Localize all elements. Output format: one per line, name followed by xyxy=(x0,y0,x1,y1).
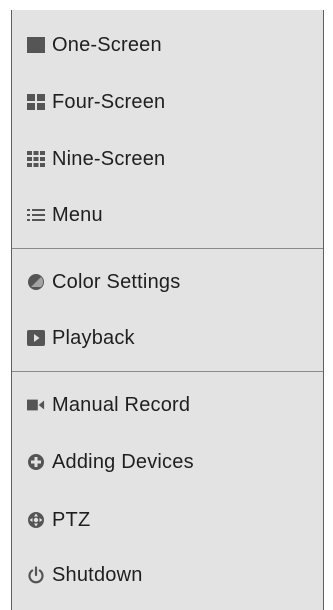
menu-item-label: Four-Screen xyxy=(52,90,166,113)
playback-icon xyxy=(27,329,45,347)
add-device-icon xyxy=(27,453,45,471)
video-camera-icon xyxy=(27,396,45,414)
menu-item-nine-screen[interactable]: Nine-Screen xyxy=(12,130,323,188)
menu-item-one-screen[interactable]: One-Screen xyxy=(12,16,323,74)
menu-item-label: PTZ xyxy=(52,508,91,531)
menu-item-label: Playback xyxy=(52,326,135,349)
menu-item-manual-record[interactable]: Manual Record xyxy=(12,376,323,434)
menu-item-label: Shutdown xyxy=(52,563,143,586)
ptz-icon xyxy=(27,511,45,529)
menu-item-menu[interactable]: Menu xyxy=(12,186,323,244)
menu-item-label: Menu xyxy=(52,203,103,226)
menu-item-label: Color Settings xyxy=(52,270,181,293)
context-menu: One-Screen Four-Screen Nine-Screen Menu … xyxy=(11,10,324,610)
menu-item-four-screen[interactable]: Four-Screen xyxy=(12,73,323,131)
menu-item-label: Nine-Screen xyxy=(52,147,166,170)
menu-item-color-settings[interactable]: Color Settings xyxy=(12,253,323,311)
menu-item-label: Adding Devices xyxy=(52,450,194,473)
menu-list-icon xyxy=(27,206,45,224)
menu-item-adding-devices[interactable]: Adding Devices xyxy=(12,433,323,491)
nine-screen-icon xyxy=(27,150,45,168)
power-icon xyxy=(27,566,45,584)
color-settings-icon xyxy=(27,273,45,291)
menu-divider xyxy=(12,371,323,372)
menu-item-ptz[interactable]: PTZ xyxy=(12,491,323,549)
four-screen-icon xyxy=(27,93,45,111)
menu-divider xyxy=(12,248,323,249)
menu-item-label: One-Screen xyxy=(52,33,162,56)
one-screen-icon xyxy=(27,36,45,54)
menu-item-shutdown[interactable]: Shutdown xyxy=(12,546,323,604)
menu-item-label: Manual Record xyxy=(52,393,191,416)
menu-item-playback[interactable]: Playback xyxy=(12,309,323,367)
